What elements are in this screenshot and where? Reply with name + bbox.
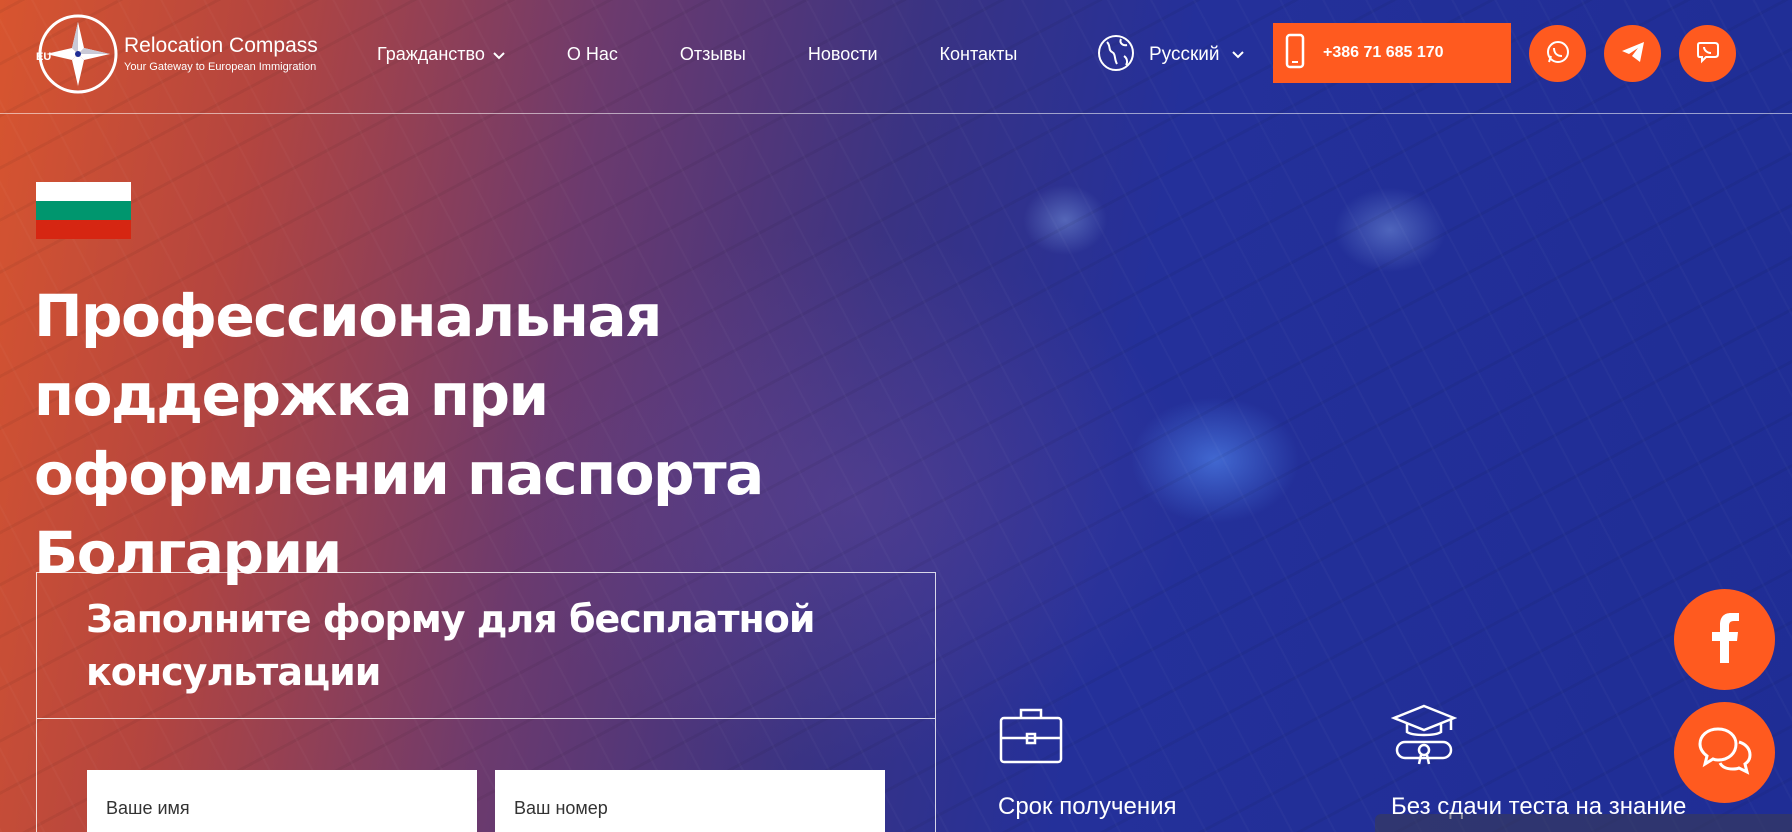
- nav-item-label: Контакты: [939, 43, 1018, 64]
- compass-logo-icon: EU: [34, 12, 118, 96]
- viber-button[interactable]: [1679, 25, 1736, 82]
- main-nav: Гражданство О Нас Отзывы Новости Контакт…: [377, 38, 1079, 70]
- name-input[interactable]: Ваше имя: [87, 770, 477, 832]
- feature-text: Срок получения: [998, 793, 1177, 820]
- chat-button[interactable]: [1674, 702, 1775, 803]
- consultation-form: Заполните форму для бесплатной консульта…: [36, 572, 936, 832]
- nav-item-news[interactable]: Новости: [808, 44, 878, 65]
- chat-widget-bar[interactable]: [1375, 814, 1792, 832]
- phone-input[interactable]: Ваш номер: [495, 770, 885, 832]
- form-title: Заполните форму для бесплатной консульта…: [86, 597, 816, 694]
- page-title: Профессиональная поддержка при оформлени…: [34, 282, 764, 587]
- nav-item-label: Отзывы: [679, 43, 746, 64]
- facebook-icon: [1710, 612, 1740, 667]
- telegram-icon: [1620, 40, 1646, 68]
- whatsapp-icon: [1545, 39, 1571, 69]
- chat-bubbles-icon: [1697, 726, 1752, 780]
- phone-number: +386 71 685 170: [1323, 44, 1444, 61]
- flag-stripe: [36, 220, 131, 239]
- bulgaria-flag: [36, 182, 131, 239]
- logo[interactable]: EU Relocation Compass Your Gateway to Eu…: [34, 12, 334, 96]
- nav-item-label: Новости: [807, 43, 878, 64]
- form-header: Заполните форму для бесплатной консульта…: [37, 573, 935, 719]
- flag-stripe: [36, 201, 131, 220]
- brand-name: Relocation Compass: [124, 34, 318, 57]
- phone-button[interactable]: +386 71 685 170: [1273, 23, 1511, 83]
- site-header: EU Relocation Compass Your Gateway to Eu…: [0, 0, 1792, 114]
- nav-item-label: Гражданство: [377, 43, 485, 64]
- chevron-down-icon: [493, 49, 505, 63]
- chevron-down-icon: [1231, 48, 1244, 62]
- whatsapp-button[interactable]: [1529, 25, 1586, 82]
- globe-icon: [1097, 34, 1135, 76]
- viber-icon: [1695, 39, 1721, 69]
- flag-stripe: [36, 182, 131, 201]
- nav-item-label: О Нас: [566, 43, 618, 64]
- nav-item-about[interactable]: О Нас: [567, 44, 618, 65]
- briefcase-icon: [998, 704, 1064, 766]
- brand-tagline: Your Gateway to European Immigration: [124, 61, 317, 73]
- language-selector[interactable]: Русский: [1097, 34, 1244, 76]
- mobile-phone-icon: [1285, 33, 1305, 73]
- telegram-button[interactable]: [1604, 25, 1661, 82]
- logo-eu-text: EU: [36, 51, 51, 63]
- language-label: Русский: [1149, 44, 1220, 65]
- nav-item-citizenship[interactable]: Гражданство: [377, 44, 505, 65]
- nav-item-contacts[interactable]: Контакты: [940, 44, 1018, 65]
- nav-item-reviews[interactable]: Отзывы: [680, 44, 746, 65]
- graduation-cap-diploma-icon: [1390, 704, 1458, 766]
- facebook-button[interactable]: [1674, 589, 1775, 690]
